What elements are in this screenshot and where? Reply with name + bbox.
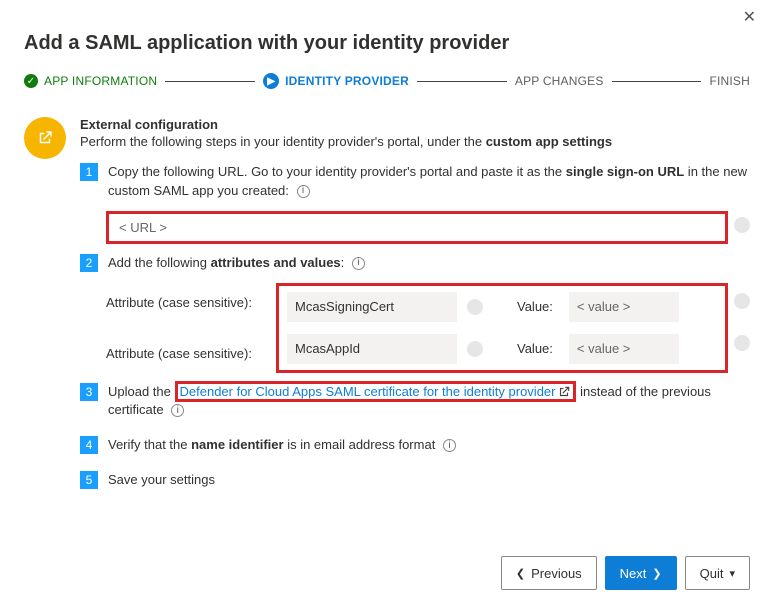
section-intro: Perform the following steps in your iden… <box>80 134 750 149</box>
info-icon[interactable]: i <box>443 439 456 452</box>
info-icon[interactable]: i <box>297 185 310 198</box>
step-number-4: 4 <box>80 436 98 454</box>
info-icon[interactable]: i <box>352 257 365 270</box>
step-app-changes: APP CHANGES <box>515 74 604 88</box>
step-finish: FINISH <box>709 74 750 88</box>
wizard-stepper: ✓ APP INFORMATION ▶ IDENTITY PROVIDER AP… <box>24 73 750 89</box>
step-number-5: 5 <box>80 471 98 489</box>
download-link-highlight: Defender for Cloud Apps SAML certificate… <box>175 381 577 402</box>
external-link-badge-icon <box>24 117 66 159</box>
step-number-2: 2 <box>80 254 98 272</box>
copy-icon[interactable] <box>734 293 750 309</box>
section-heading: External configuration <box>80 117 750 132</box>
copy-icon[interactable] <box>734 217 750 233</box>
instruction-step-1: 1 Copy the following URL. Go to your ide… <box>80 163 750 201</box>
copy-icon[interactable] <box>467 341 483 357</box>
attribute-1-input[interactable]: McasSigningCert <box>287 292 457 322</box>
instruction-step-3: 3 Upload the Defender for Cloud Apps SAM… <box>80 383 750 421</box>
external-link-icon <box>557 385 571 399</box>
attribute-2-input[interactable]: McasAppId <box>287 334 457 364</box>
chevron-right-icon: ❯ <box>652 567 661 580</box>
check-icon: ✓ <box>24 74 38 88</box>
copy-icon[interactable] <box>467 299 483 315</box>
value-label: Value: <box>517 341 553 356</box>
instruction-step-2: 2 Add the following attributes and value… <box>80 254 750 273</box>
instruction-step-5: 5 Save your settings <box>80 471 750 490</box>
attribute-label: Attribute (case sensitive): <box>106 295 276 310</box>
quit-button[interactable]: Quit ▾ <box>685 556 750 590</box>
step-app-information: ✓ APP INFORMATION <box>24 74 157 88</box>
chevron-down-icon: ▾ <box>729 567 735 580</box>
value-label: Value: <box>517 299 553 314</box>
step-divider <box>612 81 702 82</box>
info-icon[interactable]: i <box>171 404 184 417</box>
step-divider <box>165 81 255 82</box>
wizard-footer: ❮ Previous Next ❯ Quit ▾ <box>501 556 750 590</box>
close-icon[interactable]: ✕ <box>743 10 756 26</box>
copy-icon[interactable] <box>734 335 750 351</box>
previous-button[interactable]: ❮ Previous <box>501 556 597 590</box>
value-2-input[interactable]: < value > <box>569 334 679 364</box>
attributes-highlight-box: McasSigningCert Value: < value > McasApp… <box>276 283 728 373</box>
step-divider <box>417 81 507 82</box>
step-identity-provider: ▶ IDENTITY PROVIDER <box>263 73 409 89</box>
saml-certificate-link[interactable]: Defender for Cloud Apps SAML certificate… <box>180 384 572 399</box>
value-1-input[interactable]: < value > <box>569 292 679 322</box>
play-icon: ▶ <box>263 73 279 89</box>
instruction-step-4: 4 Verify that the name identifier is in … <box>80 436 750 455</box>
chevron-left-icon: ❮ <box>516 567 525 580</box>
attribute-label: Attribute (case sensitive): <box>106 346 276 361</box>
next-button[interactable]: Next ❯ <box>605 556 677 590</box>
step-number-1: 1 <box>80 163 98 181</box>
page-title: Add a SAML application with your identit… <box>24 32 750 55</box>
sso-url-box[interactable]: < URL > <box>106 211 728 244</box>
step-number-3: 3 <box>80 383 98 401</box>
